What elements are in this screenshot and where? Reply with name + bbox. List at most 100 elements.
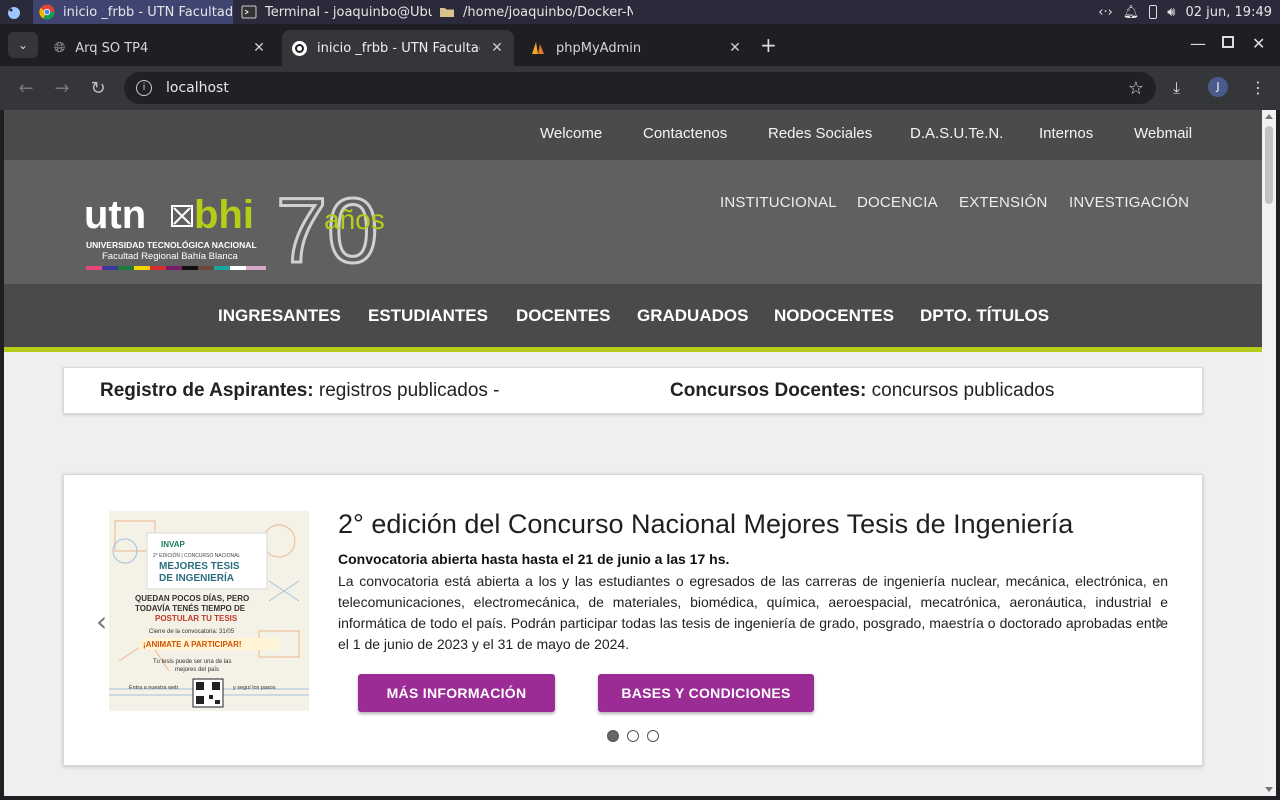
nav-extension[interactable]: EXTENSIÓN [959,194,1047,211]
poster-follow: y seguí los pasos [233,685,276,691]
top-utility-nav: Welcome Contactenos Redes Sociales D.A.S… [4,110,1262,160]
minimize-icon[interactable]: — [1190,34,1206,53]
close-window-icon[interactable]: ✕ [1252,34,1265,53]
poster-note1: Tu tesis puede ser una de las [153,659,232,665]
taskbar-app-label: Terminal - joaquinbo@Ubun... [265,4,432,20]
network-icon[interactable]: ‹·› [1098,5,1113,20]
carousel-indicators [607,730,659,742]
tesis-poster-image[interactable]: INVAP 2° EDICIÓN | CONCURSO NACIONAL MEJ… [109,511,309,711]
site-info-icon[interactable]: i [136,80,152,96]
clock[interactable]: 02 jun, 19:49 [1186,5,1273,20]
taskbar-app-label: inicio _frbb - UTN Facultad R... [63,4,233,20]
nav-internos[interactable]: Internos [1039,125,1093,142]
notification-bell-icon[interactable]: 🔔︎ [1123,5,1140,20]
slide-title: 2° edición del Concurso Nacional Mejores… [338,509,1074,539]
site-header: utn bhi UNIVERSIDAD TECNOLÓGICA NACIONAL… [4,160,1262,284]
carousel-dot-3[interactable] [647,730,659,742]
reload-icon[interactable]: ↻ [86,76,110,100]
new-tab-plus-icon[interactable]: + [760,35,777,55]
carousel-prev-icon[interactable]: ‹ [96,605,107,638]
nav-investigacion[interactable]: INVESTIGACIÓN [1069,194,1189,211]
close-tab-icon[interactable]: ✕ [252,40,266,56]
logo-line1: UNIVERSIDAD TECNOLÓGICA NACIONAL [86,239,257,250]
poster-graphic: INVAP 2° EDICIÓN | CONCURSO NACIONAL MEJ… [109,511,309,711]
poster-headline1: MEJORES TESIS [159,561,240,572]
tab-arq-so[interactable]: 🌐︎ Arq SO TP4 ✕ [44,30,276,66]
poster-tag3: POSTULAR TU TESIS [155,614,238,623]
tab-title: inicio _frbb - UTN Facultad Re [317,40,480,56]
qr-code-icon [192,678,224,708]
logo-graphic: utn bhi UNIVERSIDAD TECNOLÓGICA NACIONAL… [84,179,385,284]
tab-inicio-frbb[interactable]: inicio _frbb - UTN Facultad Re ✕ [282,30,514,66]
phpmyadmin-sail-icon [532,42,544,54]
registro-aspirantes-item[interactable]: Registro de Aspirantes: registros public… [100,380,500,402]
nav-nodocentes[interactable]: NODOCENTES [774,306,894,326]
logo-bhi-text: bhi [194,193,254,237]
nav-estudiantes[interactable]: ESTUDIANTES [368,306,488,326]
system-tray: ‹·› 🔔︎ 🔊︎ 02 jun, 19:49 [1098,0,1272,24]
download-icon[interactable]: ⤓ [1173,78,1180,98]
browser-window-chrome: ⌄ 🌐︎ Arq SO TP4 ✕ inicio _frbb - UTN Fac… [0,24,1280,110]
web-page: Welcome Contactenos Redes Sociales D.A.S… [4,110,1262,796]
bases-condiciones-button[interactable]: BASES Y CONDICIONES [598,674,814,712]
tab-title: Arq SO TP4 [75,40,149,56]
main-audience-nav: INGRESANTES ESTUDIANTES DOCENTES GRADUAD… [4,284,1262,352]
concursos-label: Concursos Docentes: [670,380,867,401]
nav-docencia[interactable]: DOCENCIA [857,194,938,211]
start-menu-button[interactable] [0,0,28,24]
nav-webmail[interactable]: Webmail [1134,125,1192,142]
tab-search-button[interactable]: ⌄ [8,32,38,58]
taskbar-app-terminal[interactable]: Terminal - joaquinbo@Ubun... [235,0,432,24]
tab-phpmyadmin[interactable]: phpMyAdmin ✕ [520,30,752,66]
forward-arrow-icon[interactable]: → [50,76,74,100]
poster-edition: 2° EDICIÓN | CONCURSO NACIONAL [153,552,240,559]
carousel-dot-2[interactable] [627,730,639,742]
utn-bhi-70-logo[interactable]: utn bhi UNIVERSIDAD TECNOLÓGICA NACIONAL… [84,179,414,284]
nav-docentes[interactable]: DOCENTES [516,306,610,326]
nav-dasuten[interactable]: D.A.S.U.Te.N. [910,125,1003,142]
page-scrollbar[interactable] [1262,110,1276,796]
nav-institucional[interactable]: INSTITUCIONAL [720,194,837,211]
logo-color-strip [86,266,266,270]
poster-tag1: QUEDAN POCOS DÍAS, PERO [135,594,249,603]
xfce-mouse-icon [8,7,20,19]
carousel-dot-1[interactable] [607,730,619,742]
nav-redes-sociales[interactable]: Redes Sociales [768,125,872,142]
chevron-down-icon: ⌄ [17,38,29,52]
taskbar-app-chrome[interactable]: inicio _frbb - UTN Facultad R... [33,0,233,24]
poster-headline2: DE INGENIERÍA [159,571,234,584]
concursos-docentes-item[interactable]: Concursos Docentes: concursos publicados [670,380,1054,402]
mas-informacion-button[interactable]: MÁS INFORMACIÓN [358,674,555,712]
poster-web: Entra a nuestra web [129,685,178,691]
registro-label: Registro de Aspirantes: [100,380,314,401]
bookmark-star-icon[interactable]: ☆ [1128,78,1144,99]
nav-graduados[interactable]: GRADUADOS [637,306,748,326]
address-bar[interactable]: i localhost ☆ [124,72,1156,104]
carousel-next-icon[interactable]: › [1154,605,1165,638]
nav-welcome[interactable]: Welcome [540,125,602,142]
back-arrow-icon[interactable]: ← [14,76,38,100]
os-taskbar: inicio _frbb - UTN Facultad R... Termina… [0,0,1280,24]
globe-icon: 🌐︎ [54,40,66,56]
nav-dpto-titulos[interactable]: DPTO. TÍTULOS [920,306,1049,326]
scroll-thumb[interactable] [1265,126,1273,204]
maximize-icon[interactable] [1222,36,1234,48]
registro-link[interactable]: registros publicados - [319,380,500,401]
concursos-link[interactable]: concursos publicados [872,380,1055,401]
nav-contactenos[interactable]: Contactenos [643,125,727,142]
nav-ingresantes[interactable]: INGRESANTES [218,306,341,326]
close-tab-icon[interactable]: ✕ [490,40,504,56]
taskbar-app-files[interactable]: /home/joaquinbo/Docker-N... [433,0,633,24]
url-text[interactable]: localhost [166,80,1114,96]
scroll-down-icon[interactable] [1265,787,1273,792]
volume-icon[interactable]: 🔊︎ [1167,5,1175,20]
close-tab-icon[interactable]: ✕ [728,40,742,56]
announcement-bar: Registro de Aspirantes: registros public… [63,367,1203,414]
utn-favicon-icon [292,40,307,56]
poster-note2: mejores del país [175,667,219,673]
kebab-menu-icon[interactable]: ⋮ [1250,78,1266,97]
profile-avatar[interactable]: J [1208,77,1228,97]
battery-icon[interactable] [1149,5,1158,19]
scroll-up-icon[interactable] [1265,114,1273,119]
news-carousel: INVAP 2° EDICIÓN | CONCURSO NACIONAL MEJ… [63,474,1203,766]
